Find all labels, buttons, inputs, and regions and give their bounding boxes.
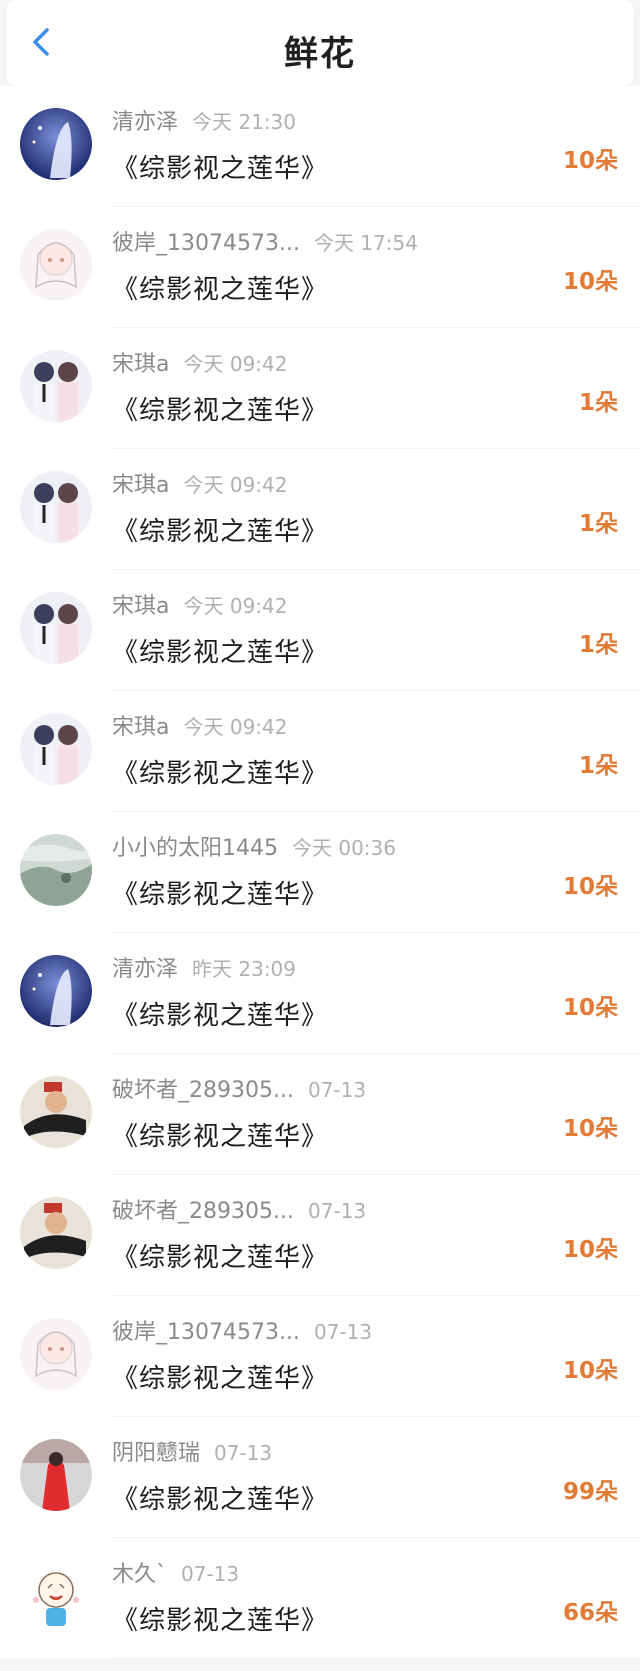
flower-count: 10朵 — [562, 1116, 618, 1142]
list-item[interactable]: 阴阳戆瑞 07-13 《综影视之莲华》 99朵 — [0, 1417, 640, 1538]
list-item[interactable]: 破坏者_289305... 07-13 《综影视之莲华》 10朵 — [0, 1175, 640, 1296]
timestamp: 今天 00:36 — [292, 836, 396, 860]
flower-list: 清亦泽 今天 21:30 《综影视之莲华》 10朵 彼岸_13074573...… — [0, 86, 640, 1659]
user-name[interactable]: 彼岸_13074573... — [112, 225, 300, 257]
user-name[interactable]: 宋琪a — [112, 709, 169, 741]
user-name[interactable]: 木久` — [112, 1556, 167, 1588]
flower-count: 99朵 — [562, 1479, 618, 1505]
row-info: 小小的太阳1445 今天 00:36 《综影视之莲华》 — [112, 830, 520, 911]
flower-count: 1朵 — [578, 390, 618, 416]
row-info: 宋琪a 今天 09:42 《综影视之莲华》 — [112, 467, 520, 548]
flower-count: 10朵 — [562, 269, 618, 295]
timestamp: 昨天 23:09 — [192, 957, 297, 981]
timestamp: 今天 09:42 — [183, 715, 288, 739]
user-name[interactable]: 清亦泽 — [112, 104, 178, 136]
avatar[interactable] — [20, 108, 92, 180]
timestamp: 07-13 — [307, 1078, 367, 1102]
avatar[interactable] — [20, 1197, 92, 1269]
flower-count: 10朵 — [562, 874, 618, 900]
book-title[interactable]: 《综影视之莲华》 — [112, 874, 520, 911]
row-info: 宋琪a 今天 09:42 《综影视之莲华》 — [112, 709, 520, 790]
book-title[interactable]: 《综影视之莲华》 — [112, 390, 520, 427]
row-info: 清亦泽 今天 21:30 《综影视之莲华》 — [112, 104, 520, 185]
book-title[interactable]: 《综影视之莲华》 — [112, 1116, 520, 1153]
row-info: 宋琪a 今天 09:42 《综影视之莲华》 — [112, 346, 520, 427]
row-info: 破坏者_289305... 07-13 《综影视之莲华》 — [112, 1193, 520, 1274]
row-info: 彼岸_13074573... 今天 17:54 《综影视之莲华》 — [112, 225, 520, 306]
flower-count: 66朵 — [562, 1600, 618, 1626]
flower-count: 1朵 — [578, 632, 618, 658]
timestamp: 07-13 — [214, 1441, 273, 1465]
list-item[interactable]: 破坏者_289305... 07-13 《综影视之莲华》 10朵 — [0, 1054, 640, 1175]
timestamp: 07-13 — [313, 1320, 373, 1344]
flower-count: 10朵 — [562, 995, 618, 1021]
timestamp: 今天 09:42 — [183, 594, 288, 618]
timestamp: 今天 21:30 — [192, 110, 297, 134]
avatar[interactable] — [20, 1560, 92, 1632]
row-info: 宋琪a 今天 09:42 《综影视之莲华》 — [112, 588, 520, 669]
book-title[interactable]: 《综影视之莲华》 — [112, 269, 520, 306]
avatar[interactable] — [20, 592, 92, 664]
flower-count: 1朵 — [578, 753, 618, 779]
user-name[interactable]: 清亦泽 — [112, 951, 178, 983]
avatar[interactable] — [20, 1439, 92, 1511]
avatar[interactable] — [20, 955, 92, 1027]
list-item[interactable]: 木久` 07-13 《综影视之莲华》 66朵 — [0, 1538, 640, 1659]
flower-count: 10朵 — [562, 1358, 618, 1384]
list-item[interactable]: 小小的太阳1445 今天 00:36 《综影视之莲华》 10朵 — [0, 812, 640, 933]
avatar[interactable] — [20, 834, 92, 906]
user-name[interactable]: 宋琪a — [112, 588, 169, 620]
book-title[interactable]: 《综影视之莲华》 — [112, 632, 520, 669]
row-info: 破坏者_289305... 07-13 《综影视之莲华》 — [112, 1072, 520, 1153]
timestamp: 今天 09:42 — [183, 473, 288, 497]
user-name[interactable]: 破坏者_289305... — [112, 1072, 294, 1104]
app-root: 鲜花 清亦泽 今天 21:30 《综影视之莲华》 10朵 彼岸_13074573… — [0, 0, 640, 1671]
avatar[interactable] — [20, 350, 92, 422]
user-name[interactable]: 小小的太阳1445 — [112, 830, 278, 862]
list-item[interactable]: 彼岸_13074573... 07-13 《综影视之莲华》 10朵 — [0, 1296, 640, 1417]
avatar[interactable] — [20, 1318, 92, 1390]
flower-count: 10朵 — [562, 1237, 618, 1263]
list-item[interactable]: 宋琪a 今天 09:42 《综影视之莲华》 1朵 — [0, 691, 640, 812]
user-name[interactable]: 宋琪a — [112, 346, 169, 378]
list-item[interactable]: 清亦泽 昨天 23:09 《综影视之莲华》 10朵 — [0, 933, 640, 1054]
user-name[interactable]: 宋琪a — [112, 467, 169, 499]
book-title[interactable]: 《综影视之莲华》 — [112, 1479, 520, 1516]
book-title[interactable]: 《综影视之莲华》 — [112, 511, 520, 548]
book-title[interactable]: 《综影视之莲华》 — [112, 1237, 520, 1274]
list-item[interactable]: 宋琪a 今天 09:42 《综影视之莲华》 1朵 — [0, 570, 640, 691]
avatar[interactable] — [20, 1076, 92, 1148]
top-bar: 鲜花 — [6, 0, 634, 86]
book-title[interactable]: 《综影视之莲华》 — [112, 1358, 520, 1395]
book-title[interactable]: 《综影视之莲华》 — [112, 753, 520, 790]
user-name[interactable]: 阴阳戆瑞 — [112, 1435, 200, 1467]
timestamp: 今天 17:54 — [313, 231, 418, 255]
avatar[interactable] — [20, 713, 92, 785]
user-name[interactable]: 彼岸_13074573... — [112, 1314, 300, 1346]
timestamp: 07-13 — [181, 1562, 240, 1586]
book-title[interactable]: 《综影视之莲华》 — [112, 148, 520, 185]
row-info: 阴阳戆瑞 07-13 《综影视之莲华》 — [112, 1435, 520, 1516]
row-info: 彼岸_13074573... 07-13 《综影视之莲华》 — [112, 1314, 520, 1395]
avatar[interactable] — [20, 229, 92, 301]
book-title[interactable]: 《综影视之莲华》 — [112, 995, 520, 1032]
timestamp: 今天 09:42 — [183, 352, 288, 376]
flower-count: 1朵 — [578, 511, 618, 537]
list-item[interactable]: 清亦泽 今天 21:30 《综影视之莲华》 10朵 — [0, 86, 640, 207]
page-title: 鲜花 — [284, 34, 356, 74]
row-info: 木久` 07-13 《综影视之莲华》 — [112, 1556, 520, 1637]
list-item[interactable]: 宋琪a 今天 09:42 《综影视之莲华》 1朵 — [0, 328, 640, 449]
list-item[interactable]: 彼岸_13074573... 今天 17:54 《综影视之莲华》 10朵 — [0, 207, 640, 328]
timestamp: 07-13 — [307, 1199, 367, 1223]
avatar[interactable] — [20, 471, 92, 543]
flower-count: 10朵 — [562, 148, 618, 174]
row-info: 清亦泽 昨天 23:09 《综影视之莲华》 — [112, 951, 520, 1032]
book-title[interactable]: 《综影视之莲华》 — [112, 1600, 520, 1637]
user-name[interactable]: 破坏者_289305... — [112, 1193, 294, 1225]
list-item[interactable]: 宋琪a 今天 09:42 《综影视之莲华》 1朵 — [0, 449, 640, 570]
